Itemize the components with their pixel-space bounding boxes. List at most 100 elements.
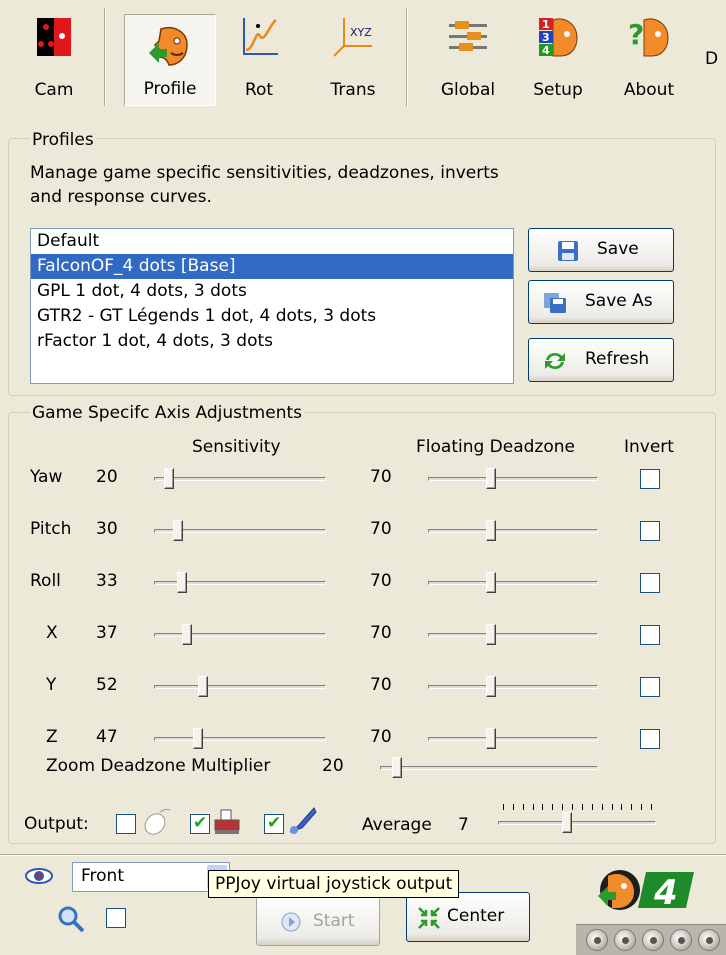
invert-checkbox[interactable] bbox=[640, 521, 660, 541]
slider-thumb[interactable] bbox=[173, 520, 183, 541]
output-joystick-checkbox[interactable]: ✔ bbox=[264, 813, 284, 834]
sensitivity-value: 20 bbox=[96, 467, 118, 487]
about-button[interactable]: ? About bbox=[608, 8, 690, 106]
question-head-icon: ? bbox=[628, 18, 669, 57]
slider-thumb[interactable] bbox=[392, 757, 402, 778]
rot-button[interactable]: Rot bbox=[222, 8, 296, 106]
slider-tick bbox=[562, 804, 563, 810]
slider-tick bbox=[542, 804, 543, 810]
invert-checkbox[interactable] bbox=[640, 573, 660, 593]
zoom-deadzone-value: 20 bbox=[322, 756, 344, 776]
deadzone-slider[interactable] bbox=[428, 572, 598, 594]
main-toolbar: Cam Profile Rot XYZ Trans Global 1 3 4 S… bbox=[0, 0, 726, 112]
invert-checkbox[interactable] bbox=[640, 729, 660, 749]
invert-checkbox[interactable] bbox=[640, 677, 660, 697]
profiles-description-line2: and response curves. bbox=[30, 187, 212, 207]
slider-tick bbox=[572, 804, 573, 810]
sensitivity-value: 47 bbox=[96, 727, 118, 747]
global-button[interactable]: Global bbox=[424, 8, 512, 106]
deadzone-value: 70 bbox=[370, 623, 392, 643]
profile-list-item[interactable]: GPL 1 dot, 4 dots, 3 dots bbox=[31, 279, 513, 304]
deadzone-value: 70 bbox=[370, 519, 392, 539]
average-slider[interactable] bbox=[498, 804, 656, 834]
axis-label: Y bbox=[46, 675, 57, 695]
slider-thumb[interactable] bbox=[164, 468, 174, 489]
output-mouse-checkbox[interactable] bbox=[116, 814, 136, 834]
sensitivity-slider[interactable] bbox=[154, 520, 326, 542]
trans-label: Trans bbox=[330, 80, 376, 100]
rot-label: Rot bbox=[244, 80, 274, 100]
deadzone-slider[interactable] bbox=[428, 728, 598, 750]
slider-thumb[interactable] bbox=[193, 728, 203, 749]
save-as-button[interactable]: Save As bbox=[528, 280, 674, 324]
axis-label: Z bbox=[46, 727, 58, 747]
deadzone-slider[interactable] bbox=[428, 624, 598, 646]
setup-button[interactable]: 1 3 4 Setup bbox=[520, 8, 596, 106]
save-as-button-label: Save As bbox=[585, 291, 653, 311]
center-button[interactable]: Center bbox=[406, 892, 530, 942]
floating-deadzone-column-header: Floating Deadzone bbox=[416, 437, 575, 457]
sensitivity-slider[interactable] bbox=[154, 624, 326, 646]
ppjoy-joystick-icon bbox=[289, 807, 317, 834]
zoom-deadzone-slider[interactable] bbox=[380, 757, 598, 779]
start-button[interactable]: Start bbox=[256, 896, 380, 946]
slider-thumb[interactable] bbox=[486, 728, 496, 749]
deadzone-slider[interactable] bbox=[428, 468, 598, 490]
trans-button[interactable]: XYZ Trans bbox=[312, 8, 394, 106]
about-label: About bbox=[623, 80, 675, 100]
zoom-checkbox[interactable] bbox=[106, 908, 126, 928]
slider-thumb[interactable] bbox=[486, 520, 496, 541]
checkmark-icon: ✔ bbox=[193, 813, 208, 833]
profile-list-item[interactable]: Default bbox=[31, 229, 513, 254]
led-indicator bbox=[642, 929, 664, 951]
axis-adjustments-group-title: Game Specifc Axis Adjustments bbox=[30, 403, 304, 423]
profile-head-icon bbox=[149, 27, 188, 66]
slider-thumb[interactable] bbox=[198, 676, 208, 697]
deadzone-slider[interactable] bbox=[428, 676, 598, 698]
led-indicator bbox=[670, 929, 692, 951]
deadzone-value: 70 bbox=[370, 727, 392, 747]
output-keyboard-checkbox[interactable]: ✔ bbox=[190, 813, 210, 834]
slider-thumb[interactable] bbox=[562, 812, 572, 833]
slider-tick bbox=[592, 804, 593, 810]
invert-checkbox[interactable] bbox=[640, 469, 660, 489]
sensitivity-slider[interactable] bbox=[154, 468, 326, 490]
center-button-label: Center bbox=[447, 906, 505, 926]
slider-thumb[interactable] bbox=[486, 624, 496, 645]
profile-list-item[interactable]: GTR2 - GT Légends 1 dot, 4 dots, 3 dots bbox=[31, 304, 513, 329]
slider-track bbox=[428, 581, 598, 585]
profile-list-item-selected[interactable]: FalconOF_4 dots [Base] bbox=[31, 254, 513, 279]
cam-label: Cam bbox=[34, 80, 74, 100]
profiles-listbox[interactable]: Default FalconOF_4 dots [Base] GPL 1 dot… bbox=[30, 228, 514, 384]
toolbar-overflow-text: D bbox=[705, 49, 719, 69]
slider-tick bbox=[503, 804, 504, 810]
led-indicator bbox=[698, 929, 720, 951]
deadzone-slider[interactable] bbox=[428, 520, 598, 542]
refresh-icon bbox=[545, 352, 565, 370]
sensitivity-slider[interactable] bbox=[154, 572, 326, 594]
profile-button[interactable]: Profile bbox=[124, 14, 216, 106]
slider-thumb[interactable] bbox=[486, 468, 496, 489]
save-button[interactable]: Save bbox=[528, 228, 674, 272]
invert-checkbox[interactable] bbox=[640, 625, 660, 645]
slider-tick bbox=[612, 804, 613, 810]
deadzone-value: 70 bbox=[370, 571, 392, 591]
toolbar-separator bbox=[104, 8, 106, 106]
center-arrows-icon bbox=[418, 907, 440, 929]
profile-list-item[interactable]: rFactor 1 dot, 4 dots, 3 dots bbox=[31, 329, 513, 354]
refresh-button[interactable]: Refresh bbox=[528, 338, 674, 382]
sensitivity-slider[interactable] bbox=[154, 728, 326, 750]
slider-thumb[interactable] bbox=[182, 624, 192, 645]
sensitivity-value: 33 bbox=[96, 571, 118, 591]
cam-button[interactable]: Cam bbox=[10, 8, 98, 106]
slider-tick bbox=[631, 804, 632, 810]
slider-tick bbox=[533, 804, 534, 810]
slider-ticks bbox=[498, 804, 656, 810]
sensitivity-slider[interactable] bbox=[154, 676, 326, 698]
axis-label: Yaw bbox=[30, 467, 63, 487]
slider-thumb[interactable] bbox=[486, 572, 496, 593]
slider-thumb[interactable] bbox=[486, 676, 496, 697]
slider-tick bbox=[651, 804, 652, 810]
slider-thumb[interactable] bbox=[177, 572, 187, 593]
view-select[interactable]: Front bbox=[72, 862, 230, 892]
